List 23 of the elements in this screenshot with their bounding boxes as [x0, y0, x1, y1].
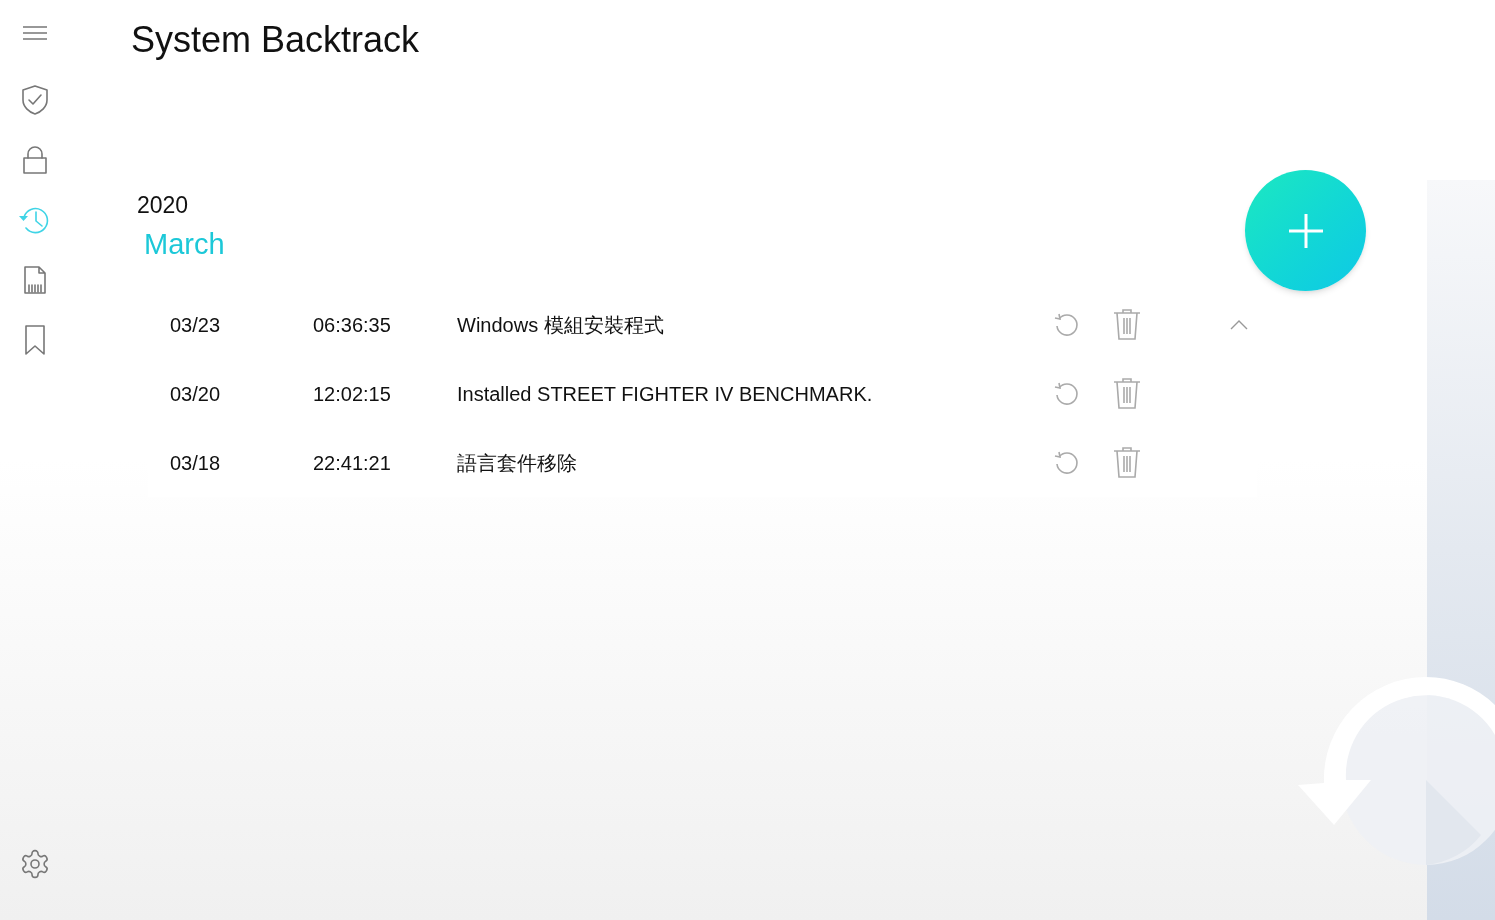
record-date: 03/18: [170, 450, 222, 476]
record-time: 12:02:15: [313, 381, 392, 407]
menu-icon: [22, 25, 48, 41]
chevron-up-icon: [1229, 318, 1249, 331]
month-label: March: [144, 226, 225, 262]
year-label: 2020: [137, 191, 189, 220]
record-description: Windows 模組安裝程式: [457, 312, 665, 338]
shield-check-icon: [20, 84, 50, 116]
record-description: 語言套件移除: [457, 450, 578, 476]
record-description: Installed STREET FIGHTER IV BENCHMARK.: [457, 381, 874, 407]
lock-icon: [22, 145, 48, 175]
bookmark-icon: [23, 324, 47, 356]
settings-icon: [19, 848, 51, 880]
record-time: 06:36:35: [313, 312, 392, 338]
record-date: 03/20: [170, 381, 222, 407]
page-title: System Backtrack: [131, 18, 420, 62]
trash-icon: [1113, 446, 1141, 479]
trash-icon: [1113, 308, 1141, 341]
plus-icon: [1287, 212, 1324, 249]
record-time: 22:41:21: [313, 450, 392, 476]
trash-icon: [1113, 377, 1141, 410]
file-icon: [23, 265, 47, 295]
record-date: 03/23: [170, 312, 222, 338]
